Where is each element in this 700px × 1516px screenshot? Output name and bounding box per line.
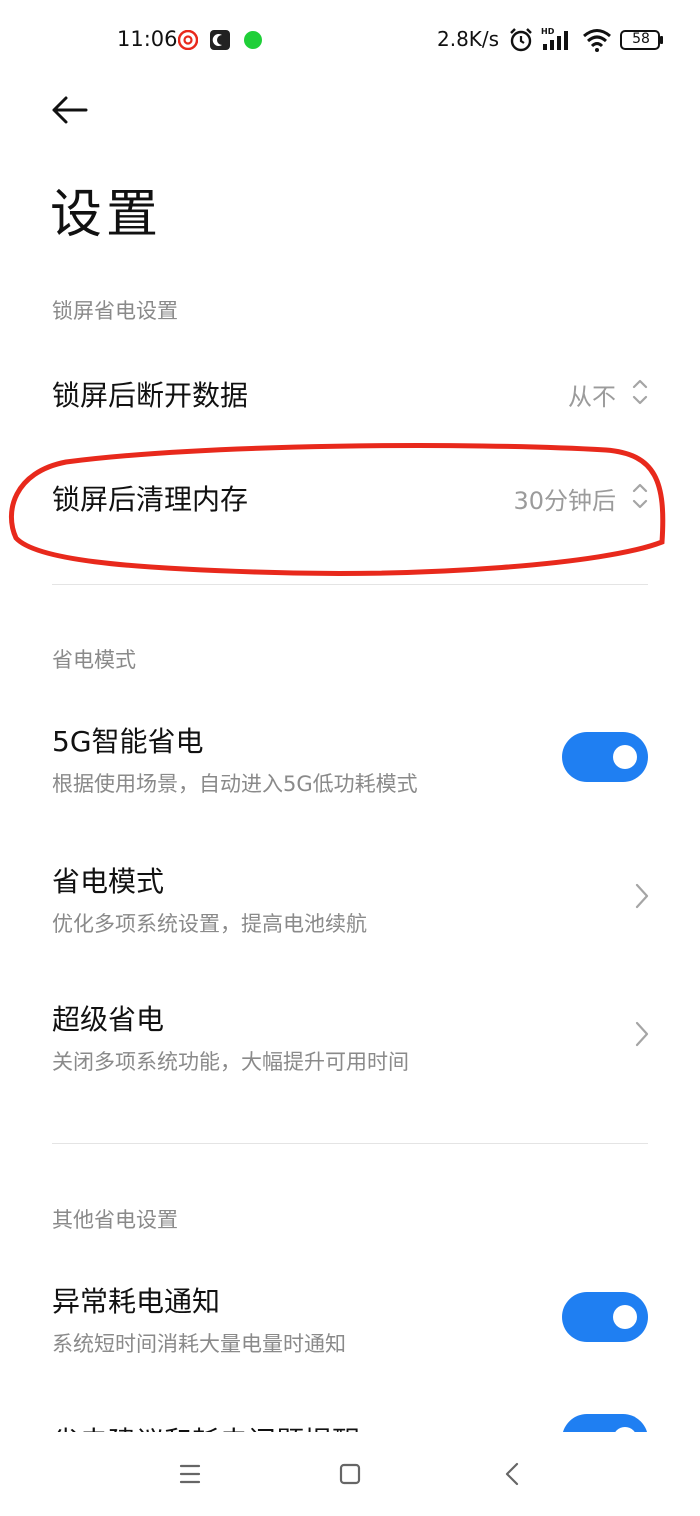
alarm-icon [510, 28, 532, 52]
updown-arrows-icon [632, 379, 648, 405]
network-speed: 2.8K/s [437, 27, 500, 51]
navigation-bar [0, 1432, 700, 1516]
smart-5g-toggle[interactable] [562, 732, 648, 782]
page-title: 设置 [50, 185, 163, 245]
section-header-lock-screen: 锁屏省电设置 [52, 299, 178, 323]
chevron-right-icon [635, 883, 649, 909]
smart-5g-title: 5G智能省电 [52, 725, 204, 758]
abnormal-notify-row[interactable]: 异常耗电通知 系统短时间消耗大量电量时通知 [0, 1260, 700, 1384]
abnormal-notify-title: 异常耗电通知 [52, 1285, 221, 1318]
ultra-saving-subtitle: 关闭多项系统功能，大幅提升可用时间 [52, 1050, 409, 1074]
home-square-icon [339, 1463, 361, 1485]
netease-music-icon [178, 30, 198, 50]
abnormal-notify-subtitle: 系统短时间消耗大量电量时通知 [52, 1332, 346, 1356]
power-saving-subtitle: 优化多项系统设置，提高电池续航 [52, 912, 367, 936]
nav-back-button[interactable] [490, 1454, 534, 1494]
moon-app-icon [210, 30, 230, 50]
menu-button[interactable] [168, 1454, 212, 1494]
updown-arrows-icon [632, 483, 648, 509]
disconnect-data-title: 锁屏后断开数据 [52, 379, 249, 412]
status-time: 11:06 [117, 27, 178, 51]
clear-memory-value: 30分钟后 [513, 487, 616, 515]
green-dot-icon [244, 31, 262, 49]
chevron-right-icon [635, 1021, 649, 1047]
back-button[interactable] [44, 88, 96, 132]
smart-5g-subtitle: 根据使用场景，自动进入5G低功耗模式 [52, 772, 418, 796]
section-divider [52, 584, 648, 585]
hd-signal-icon: HD [541, 27, 568, 50]
section-header-power-mode: 省电模式 [52, 648, 136, 672]
home-button[interactable] [328, 1454, 372, 1494]
clear-memory-title: 锁屏后清理内存 [52, 483, 249, 516]
svg-text:HD: HD [541, 27, 555, 36]
ultra-saving-title: 超级省电 [52, 1003, 165, 1036]
wifi-icon [583, 29, 611, 52]
power-saving-row[interactable]: 省电模式 优化多项系统设置，提高电池续航 [0, 840, 700, 964]
status-bar: 11:06 2.8K/s HD 58 [0, 0, 700, 80]
disconnect-data-row[interactable]: 锁屏后断开数据 从不 [0, 350, 700, 434]
back-chevron-icon [505, 1462, 519, 1486]
power-saving-title: 省电模式 [52, 865, 165, 898]
section-divider [52, 1143, 648, 1144]
menu-icon [179, 1464, 201, 1484]
clear-memory-row[interactable]: 锁屏后清理内存 30分钟后 [0, 454, 700, 538]
disconnect-data-value: 从不 [568, 383, 616, 411]
battery-level: 58 [632, 31, 650, 47]
arrow-left-icon [52, 96, 88, 124]
ultra-saving-row[interactable]: 超级省电 关闭多项系统功能，大幅提升可用时间 [0, 978, 700, 1102]
section-header-other: 其他省电设置 [52, 1208, 178, 1232]
abnormal-notify-toggle[interactable] [562, 1292, 648, 1342]
smart-5g-row[interactable]: 5G智能省电 根据使用场景，自动进入5G低功耗模式 [0, 700, 700, 824]
